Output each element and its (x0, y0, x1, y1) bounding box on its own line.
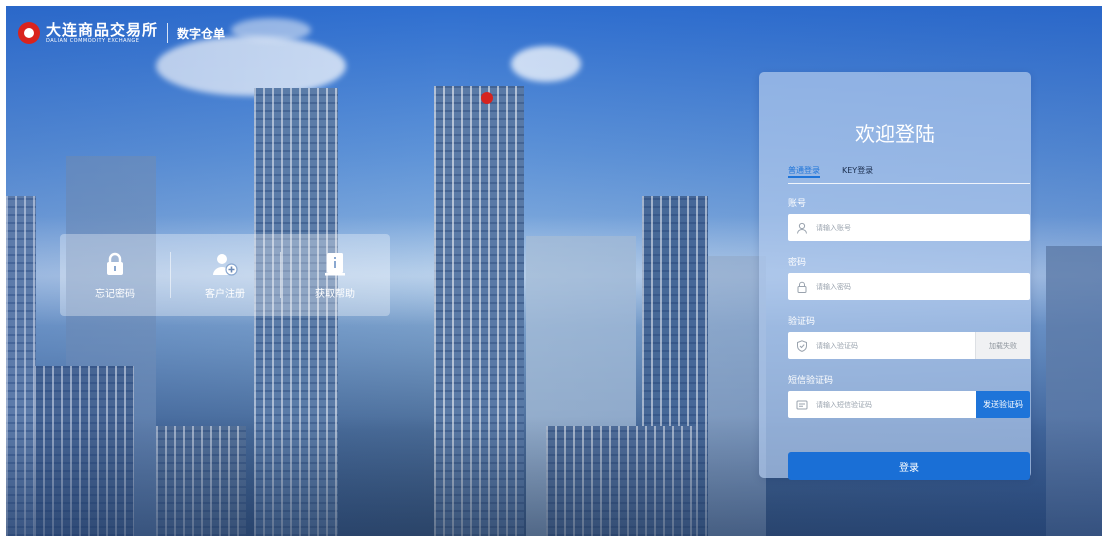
brand: 大连商品交易所 DALIAN COMMODITY EXCHANGE 数字仓单 (18, 22, 225, 44)
captcha-field[interactable]: 加载失败 (788, 332, 1030, 359)
forgot-password-label: 忘记密码 (95, 288, 135, 300)
brand-divider (167, 23, 169, 43)
register-label: 客户注册 (205, 288, 245, 300)
password-label: 密码 (788, 258, 807, 268)
login-button[interactable]: 登录 (788, 452, 1030, 480)
login-panel: 欢迎登陆 普通登录 KEY登录 账号 密码 验证码 (759, 72, 1031, 480)
shield-icon (797, 339, 807, 352)
tab-key-login[interactable]: KEY登录 (842, 165, 873, 176)
brand-name-cn: 大连商品交易所 (46, 21, 159, 39)
password-field[interactable] (788, 273, 1030, 300)
product-name: 数字仓单 (177, 26, 226, 41)
account-field[interactable] (788, 214, 1030, 241)
register-link[interactable]: 客户注册 (170, 234, 280, 316)
captcha-label: 验证码 (788, 317, 816, 327)
password-input[interactable] (814, 281, 958, 292)
lock-icon (107, 252, 123, 275)
account-input[interactable] (814, 222, 958, 233)
lock-icon (797, 281, 807, 293)
help-label: 获取帮助 (315, 288, 355, 300)
account-label: 账号 (788, 199, 807, 209)
quick-links-panel: 忘记密码 客户注册 获取帮助 (60, 234, 390, 316)
help-document-icon (325, 252, 345, 275)
message-icon (796, 400, 808, 409)
login-tabs: 普通登录 KEY登录 (788, 165, 1030, 184)
captcha-input[interactable] (814, 340, 958, 351)
help-link[interactable]: 获取帮助 (280, 234, 390, 316)
captcha-image[interactable]: 加载失败 (975, 332, 1030, 359)
login-title: 欢迎登陆 (855, 122, 935, 146)
sms-field[interactable]: 发送验证码 (788, 391, 1030, 418)
background-scene: 大连商品交易所 DALIAN COMMODITY EXCHANGE 数字仓单 忘… (6, 6, 1102, 536)
brand-name: 大连商品交易所 DALIAN COMMODITY EXCHANGE (46, 22, 158, 44)
add-user-icon (213, 253, 238, 276)
send-code-button[interactable]: 发送验证码 (976, 391, 1030, 418)
sms-label: 短信验证码 (788, 376, 834, 386)
tab-normal-login[interactable]: 普通登录 (788, 165, 820, 178)
forgot-password-link[interactable]: 忘记密码 (60, 234, 170, 316)
sms-input[interactable] (814, 399, 958, 410)
user-icon (797, 222, 807, 234)
dce-logo-icon (18, 22, 40, 44)
